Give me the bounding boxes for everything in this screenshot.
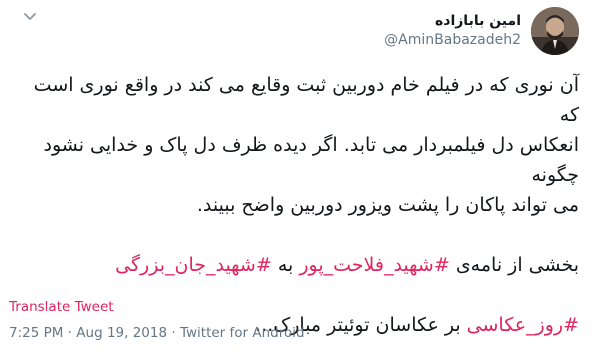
tweet-text-segment: به xyxy=(277,254,294,276)
translate-tweet-link[interactable]: Translate Tweet xyxy=(9,299,114,315)
tweet-line: می تواند پاکان را پشت ویزور دوربین واضح … xyxy=(196,194,579,216)
display-name[interactable]: امین بابازاده xyxy=(384,12,521,30)
hashtag-link[interactable]: #شهید_جان_بزرگی xyxy=(115,254,272,276)
tweet-time[interactable]: 7:25 PM xyxy=(9,325,63,341)
hashtag-link[interactable]: #شهید_فلاحت_پور xyxy=(299,254,449,276)
meta-separator: · xyxy=(67,325,72,341)
meta-separator: · xyxy=(171,325,176,341)
tweet-text-segment: بخشی از نامه‌ی xyxy=(455,254,579,276)
tweet-header: امین بابازاده @AminBabazadeh2 xyxy=(384,6,579,56)
avatar[interactable] xyxy=(531,7,579,55)
tweet-line: انعکاس دل فیلمبردار می تابد. اگر دیده ظر… xyxy=(43,134,579,186)
tweet-card: امین بابازاده @AminBabazadeh2 آن نوری که… xyxy=(0,0,593,359)
author-names: امین بابازاده @AminBabazadeh2 xyxy=(384,12,521,50)
tweet-date[interactable]: Aug 19, 2018 xyxy=(76,325,167,341)
tweet-line: بخشی از نامه‌ی #شهید_فلاحت_پور به #شهید_… xyxy=(18,250,579,280)
tweet-source[interactable]: Twitter for Android xyxy=(180,325,305,341)
tweet-line: آن نوری که در فیلم خام دوربین ثبت وقایع … xyxy=(33,74,579,126)
user-handle[interactable]: @AminBabazadeh2 xyxy=(384,31,521,50)
chevron-down-icon[interactable] xyxy=(22,8,38,24)
hashtag-link[interactable]: #روز_عکاسی xyxy=(467,314,579,336)
tweet-metadata: 7:25 PM · Aug 19, 2018 · Twitter for And… xyxy=(9,325,305,341)
